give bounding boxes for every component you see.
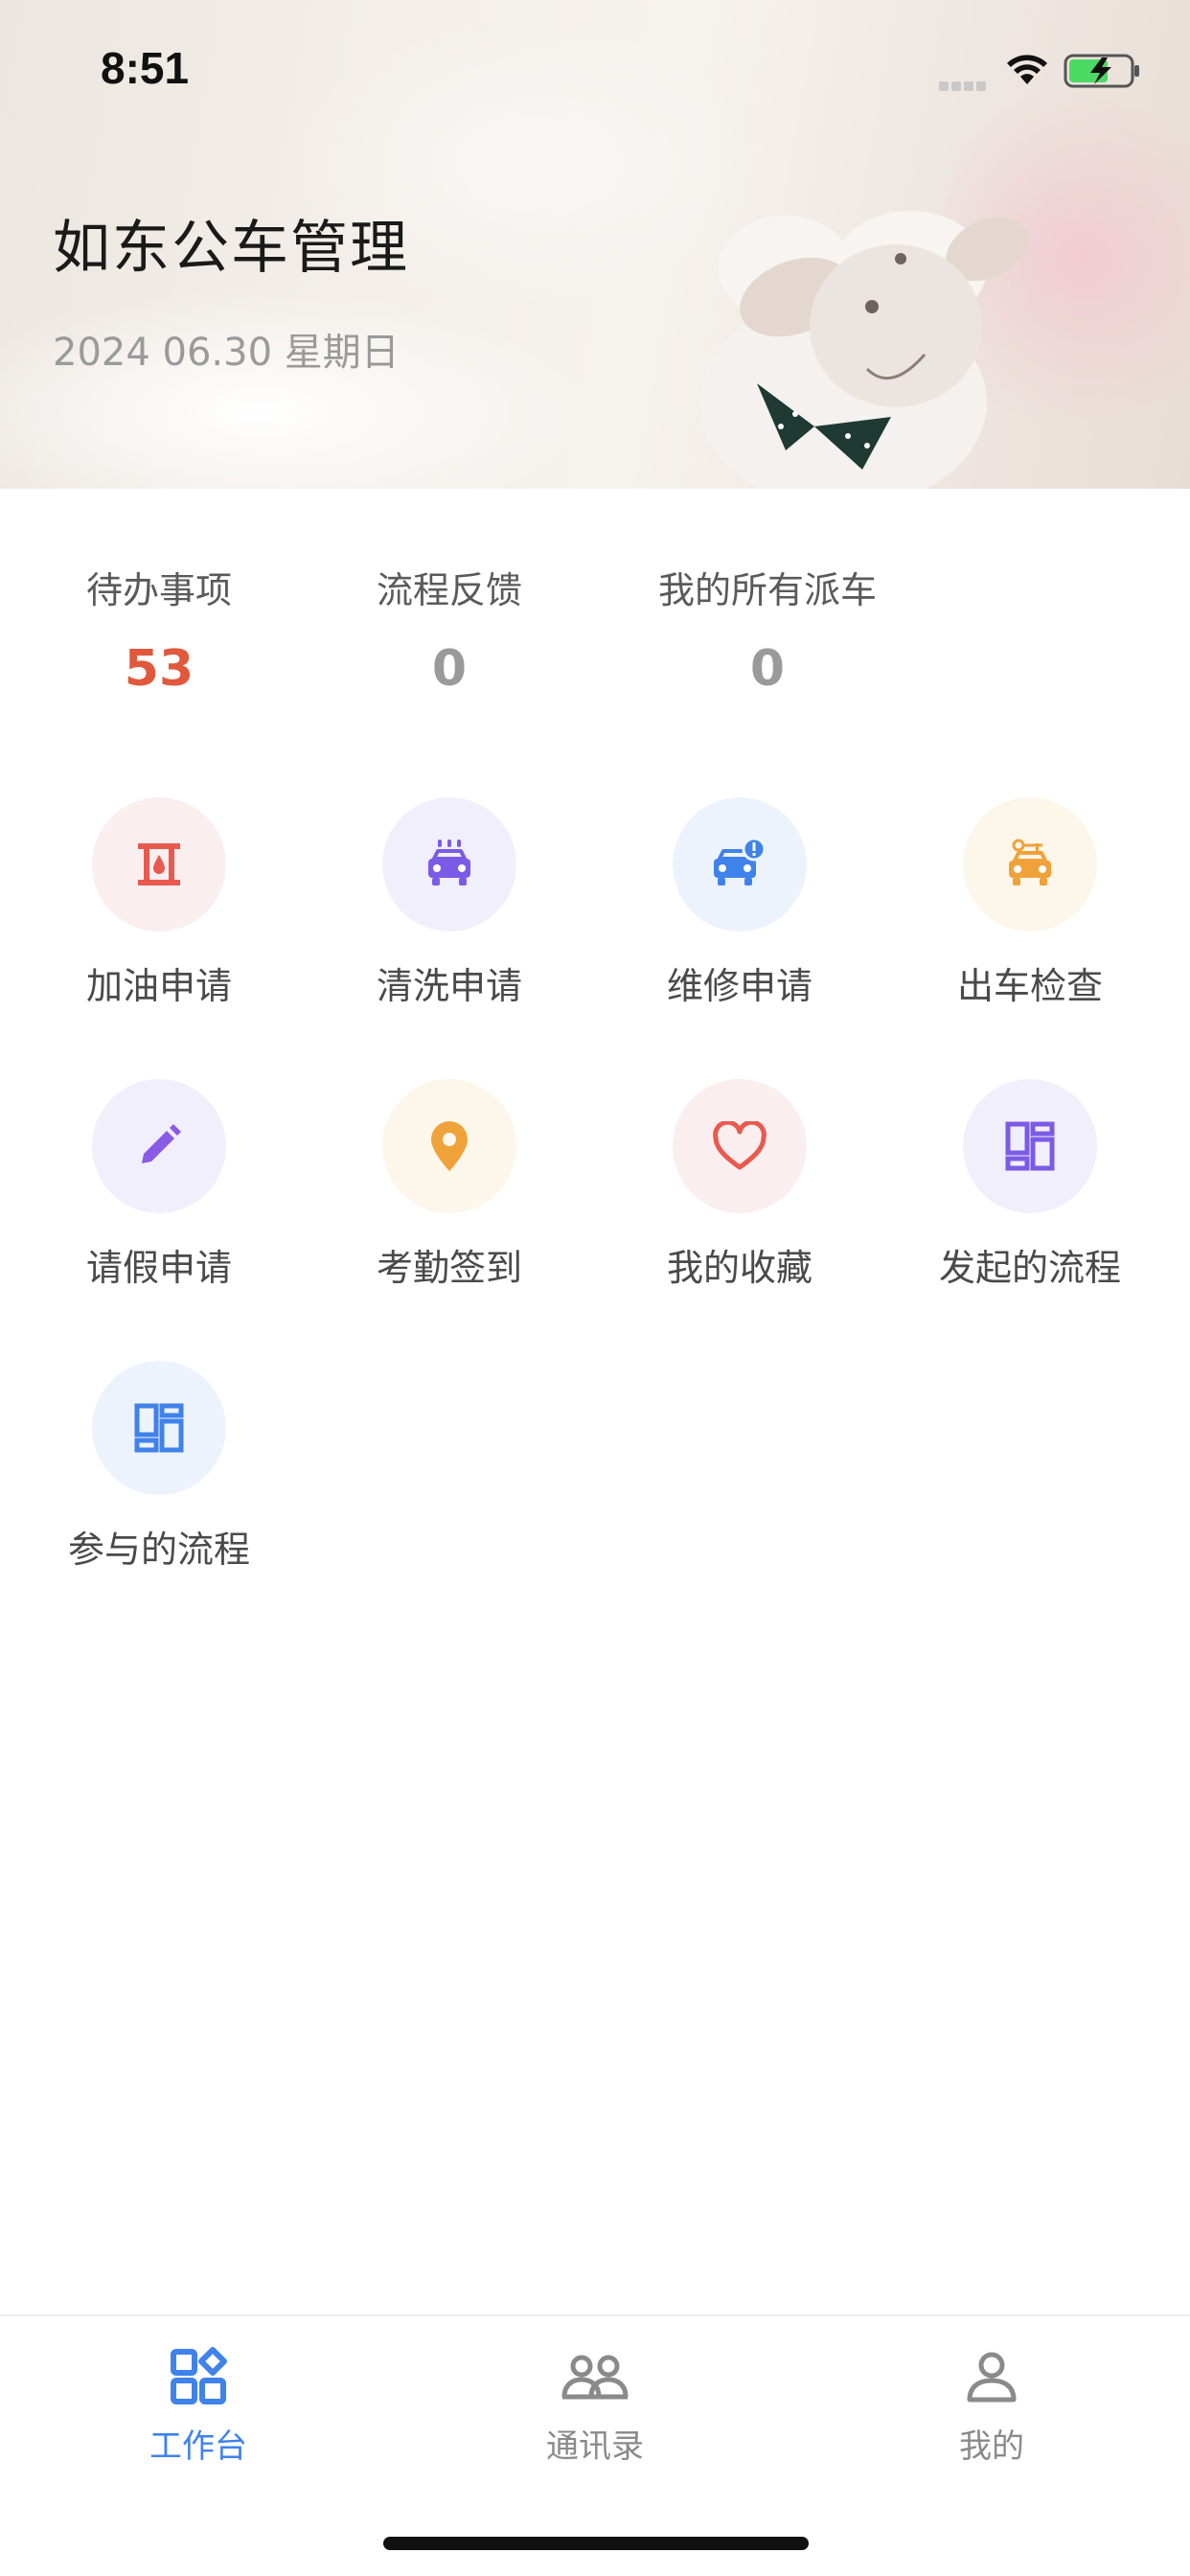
stat-process-feedback[interactable]: 流程反馈 0 — [377, 561, 522, 698]
stat-value: 0 — [431, 640, 468, 698]
dashboard-grid-icon — [92, 1361, 226, 1495]
location-pin-icon — [382, 1079, 516, 1213]
battery-charging-icon — [1064, 54, 1139, 88]
function-attendance-checkin[interactable]: 考勤签到 — [315, 1079, 584, 1291]
stat-value: 53 — [124, 640, 195, 698]
stat-label: 待办事项 — [85, 569, 233, 611]
fuel-icon — [92, 797, 226, 932]
stat-label: 流程反馈 — [376, 569, 523, 611]
tab-workbench[interactable]: 工作台 — [83, 2343, 313, 2467]
heart-icon — [673, 1079, 807, 1213]
home-indicator[interactable] — [383, 2537, 809, 2550]
status-bar: 8:51 — [0, 0, 1190, 134]
function-leave-application[interactable]: 请假申请 — [25, 1079, 293, 1291]
stat-my-dispatches[interactable]: 我的所有派车 0 — [658, 561, 877, 698]
wifi-icon — [1007, 55, 1047, 84]
tab-mine[interactable]: 我的 — [877, 2343, 1107, 2467]
current-date: 2024 06.30 星期日 — [53, 331, 400, 375]
function-label: 考勤签到 — [376, 1247, 522, 1289]
function-label: 参与的流程 — [67, 1529, 250, 1571]
workbench-icon — [83, 2343, 313, 2410]
function-my-favorites[interactable]: 我的收藏 — [606, 1079, 874, 1291]
contacts-icon — [480, 2343, 710, 2410]
pencil-icon — [92, 1079, 226, 1213]
function-label: 清洗申请 — [376, 965, 522, 1007]
function-label: 发起的流程 — [938, 1247, 1121, 1289]
cellular-signal-icon — [939, 77, 989, 95]
car-repair-icon — [673, 797, 807, 932]
function-initiated-processes[interactable]: 发起的流程 — [896, 1079, 1164, 1291]
sheep-plush-image — [699, 211, 1028, 489]
profile-icon — [877, 2343, 1107, 2410]
workbench-page: 8:51 如东公车管理 2024 06.30 星期日 待办事项 53 流程反馈 — [0, 0, 1190, 2576]
function-repair-application[interactable]: 维修申请 — [606, 797, 874, 1009]
function-label: 请假申请 — [85, 1247, 232, 1289]
function-label: 维修申请 — [666, 965, 812, 1007]
tab-label: 通讯录 — [546, 2427, 644, 2466]
dashboard-grid-icon — [963, 1079, 1097, 1213]
function-participated-processes[interactable]: 参与的流程 — [25, 1361, 293, 1573]
car-inspect-icon — [963, 797, 1097, 932]
function-label: 我的收藏 — [666, 1247, 812, 1289]
app-title: 如东公车管理 — [53, 215, 409, 282]
tab-label: 我的 — [959, 2427, 1024, 2466]
stat-label: 我的所有派车 — [657, 569, 878, 611]
function-departure-check[interactable]: 出车检查 — [896, 797, 1164, 1009]
car-wash-icon — [382, 797, 516, 932]
status-time: 8:51 — [101, 43, 190, 93]
stat-todo[interactable]: 待办事项 53 — [86, 561, 232, 698]
function-label: 出车检查 — [956, 965, 1103, 1007]
function-fuel-application[interactable]: 加油申请 — [25, 797, 293, 1009]
function-label: 加油申请 — [85, 965, 232, 1007]
tab-label: 工作台 — [149, 2427, 247, 2466]
function-car-wash-application[interactable]: 清洗申请 — [315, 797, 584, 1009]
stat-value: 0 — [749, 640, 786, 698]
tab-contacts[interactable]: 通讯录 — [480, 2343, 710, 2467]
header-banner: 8:51 如东公车管理 2024 06.30 星期日 — [0, 0, 1190, 489]
